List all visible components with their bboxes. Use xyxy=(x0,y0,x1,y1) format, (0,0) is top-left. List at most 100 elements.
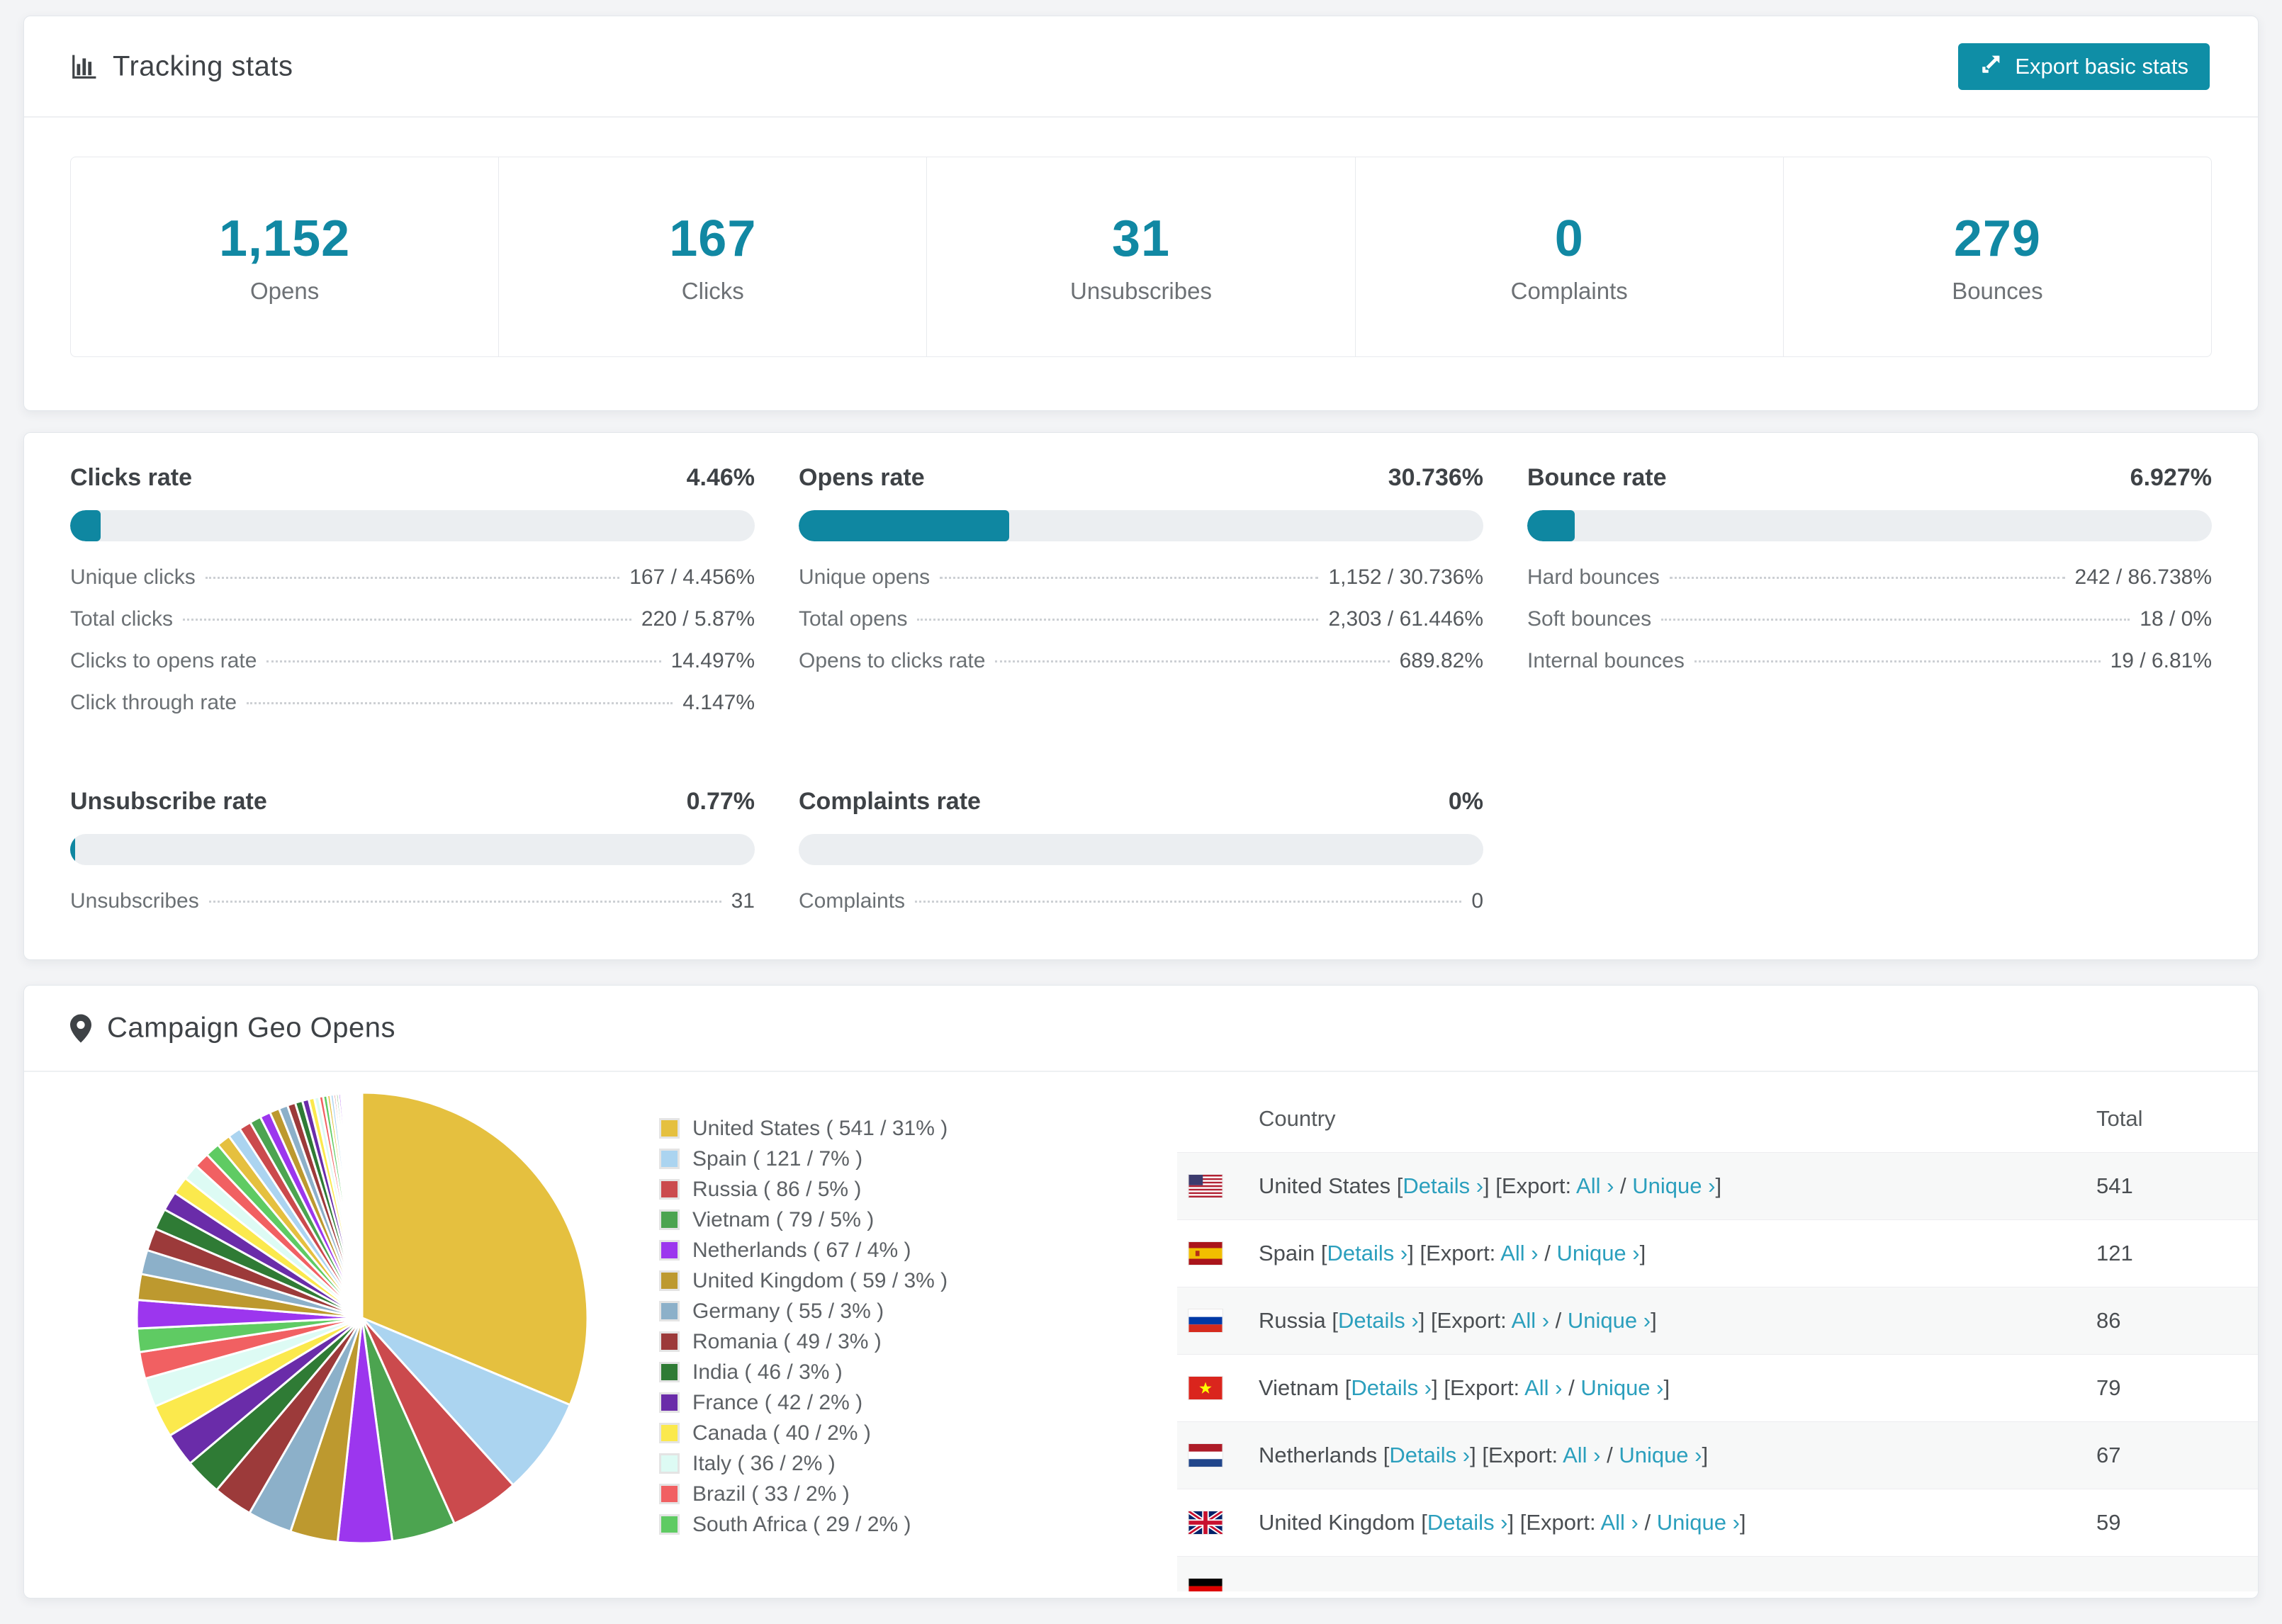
export-prefix: [Export: xyxy=(1482,1443,1563,1467)
rate-value: 30.736% xyxy=(1388,464,1483,491)
legend-swatch xyxy=(659,1149,680,1169)
export-unique-link[interactable]: Unique › xyxy=(1580,1375,1663,1400)
bracket: ] xyxy=(1507,1510,1520,1535)
stat-value: 1,152 xyxy=(219,210,351,267)
export-prefix: [Export: xyxy=(1420,1241,1501,1265)
geo-table-row-gb: United Kingdom [Details ›] [Export: All … xyxy=(1177,1489,2258,1556)
legend-swatch xyxy=(659,1209,680,1230)
es-flag-icon xyxy=(1188,1241,1223,1265)
legend-swatch xyxy=(659,1179,680,1200)
rate-detail-row: Unique clicks 167 / 4.456% xyxy=(70,565,755,607)
rate-value: 0% xyxy=(1448,788,1483,815)
rate-progress-fill xyxy=(1527,510,1575,541)
bracket: ] xyxy=(1702,1443,1709,1467)
legend-label: Netherlands ( 67 / 4% ) xyxy=(692,1238,911,1262)
stat-value: 279 xyxy=(1953,210,2041,267)
ru-flag-icon xyxy=(1188,1309,1223,1333)
geo-table-row-ru: Russia [Details ›] [Export: All › / Uniq… xyxy=(1177,1287,2258,1354)
geo-total-cell: 121 xyxy=(2096,1241,2133,1265)
legend-label: France ( 42 / 2% ) xyxy=(692,1390,863,1414)
detail-label: Complaints xyxy=(799,889,906,913)
detail-value: 31 xyxy=(731,889,755,913)
export-all-link[interactable]: All › xyxy=(1600,1510,1644,1535)
rate-group-clicks-rate: Clicks rate 4.46% Unique clicks 167 / 4.456… xyxy=(70,464,755,733)
export-prefix: [Export: xyxy=(1444,1375,1525,1400)
legend-swatch xyxy=(659,1362,680,1382)
slash: / xyxy=(1544,1241,1557,1265)
geo-header: Campaign Geo Opens xyxy=(24,986,2258,1072)
rate-detail-row: Unique opens 1,152 / 30.736% xyxy=(799,565,1483,607)
export-all-link[interactable]: All › xyxy=(1524,1375,1568,1400)
slash: / xyxy=(1555,1308,1568,1333)
bracket: ] xyxy=(1483,1173,1496,1198)
geo-country-cell: Vietnam [Details ›] [Export: All › / Uni… xyxy=(1259,1375,2096,1401)
geo-body: United States ( 541 / 31% ) Spain ( 121 /… xyxy=(24,1072,2258,1598)
details-link[interactable]: Details › xyxy=(1327,1241,1408,1265)
legend-item: Brazil ( 33 / 2% ) xyxy=(659,1479,948,1509)
tracking-stats-header: Tracking stats Export basic stats xyxy=(24,16,2258,118)
detail-value: 18 / 0% xyxy=(2140,607,2212,631)
details-link[interactable]: Details › xyxy=(1427,1510,1508,1535)
export-all-link[interactable]: All › xyxy=(1500,1241,1544,1265)
summary-stats-row: 1,152 Opens 167 Clicks 31 Unsubscribes 0 Compla… xyxy=(70,157,2212,357)
export-all-link[interactable]: All › xyxy=(1576,1173,1620,1198)
legend-swatch xyxy=(659,1301,680,1321)
stat-box-unsubscribes: 31 Unsubscribes xyxy=(927,157,1356,356)
export-all-link[interactable]: All › xyxy=(1563,1443,1607,1467)
details-link[interactable]: Details › xyxy=(1389,1443,1470,1467)
gb-flag-icon xyxy=(1188,1511,1223,1535)
details-link[interactable]: Details › xyxy=(1351,1375,1432,1400)
stat-box-clicks: 167 Clicks xyxy=(499,157,928,356)
legend-label: Spain ( 121 / 7% ) xyxy=(692,1146,863,1171)
stat-label: Clicks xyxy=(681,277,744,304)
dotted-leader xyxy=(247,702,673,704)
detail-value: 167 / 4.456% xyxy=(629,565,755,589)
rate-progress-bar xyxy=(799,834,1483,865)
bracket: ] xyxy=(1715,1173,1722,1198)
stat-label: Bounces xyxy=(1952,277,2043,304)
detail-value: 4.147% xyxy=(682,691,755,714)
details-link[interactable]: Details › xyxy=(1403,1173,1483,1198)
geo-table-partial-row xyxy=(1177,1556,2258,1591)
geo-table-header-total: Total xyxy=(2096,1105,2143,1131)
export-unique-link[interactable]: Unique › xyxy=(1568,1308,1651,1333)
geo-table-row xyxy=(1177,1556,2258,1591)
geo-country-cell: United Kingdom [Details ›] [Export: All … xyxy=(1259,1510,2096,1535)
export-unique-link[interactable]: Unique › xyxy=(1657,1510,1740,1535)
detail-label: Hard bounces xyxy=(1527,565,1660,589)
rate-detail-row: Click through rate 4.147% xyxy=(70,691,755,733)
geo-table-row-vn: Vietnam [Details ›] [Export: All › / Uni… xyxy=(1177,1354,2258,1421)
detail-value: 0 xyxy=(1471,889,1483,913)
legend-label: Italy ( 36 / 2% ) xyxy=(692,1451,836,1475)
legend-item: Russia ( 86 / 5% ) xyxy=(659,1174,948,1205)
dotted-leader xyxy=(266,660,661,662)
export-unique-link[interactable]: Unique › xyxy=(1556,1241,1639,1265)
country-name: Spain xyxy=(1259,1241,1321,1265)
rate-title: Clicks rate xyxy=(70,464,192,491)
legend-item: Canada ( 40 / 2% ) xyxy=(659,1418,948,1448)
rate-value: 4.46% xyxy=(686,464,755,491)
export-unique-link[interactable]: Unique › xyxy=(1632,1173,1715,1198)
geo-total-cell: 59 xyxy=(2096,1510,2121,1535)
country-name: Vietnam xyxy=(1259,1375,1345,1400)
detail-value: 19 / 6.81% xyxy=(2110,649,2212,672)
bracket: [ xyxy=(1332,1308,1338,1333)
geo-total-cell: 86 xyxy=(2096,1308,2121,1333)
details-link[interactable]: Details › xyxy=(1338,1308,1419,1333)
stat-box-opens: 1,152 Opens xyxy=(71,157,500,356)
rate-progress-fill xyxy=(70,834,76,865)
rate-detail-row: Total clicks 220 / 5.87% xyxy=(70,607,755,649)
export-unique-link[interactable]: Unique › xyxy=(1619,1443,1702,1467)
nl-flag-icon xyxy=(1188,1443,1223,1467)
dotted-leader xyxy=(1694,660,2101,662)
export-all-link[interactable]: All › xyxy=(1512,1308,1556,1333)
geo-country-cell: United States [Details ›] [Export: All ›… xyxy=(1259,1173,2096,1199)
detail-value: 2,303 / 61.446% xyxy=(1328,607,1483,631)
rates-grid: Clicks rate 4.46% Unique clicks 167 / 4.456… xyxy=(70,464,2212,931)
export-basic-stats-button[interactable]: Export basic stats xyxy=(1958,43,2210,90)
rate-group-bounce-rate: Bounce rate 6.927% Hard bounces 242 / 86.73… xyxy=(1527,464,2212,733)
stat-value: 31 xyxy=(1111,210,1171,267)
rate-progress-bar xyxy=(70,510,755,541)
rate-progress-bar xyxy=(1527,510,2212,541)
stat-label: Opens xyxy=(249,277,320,304)
